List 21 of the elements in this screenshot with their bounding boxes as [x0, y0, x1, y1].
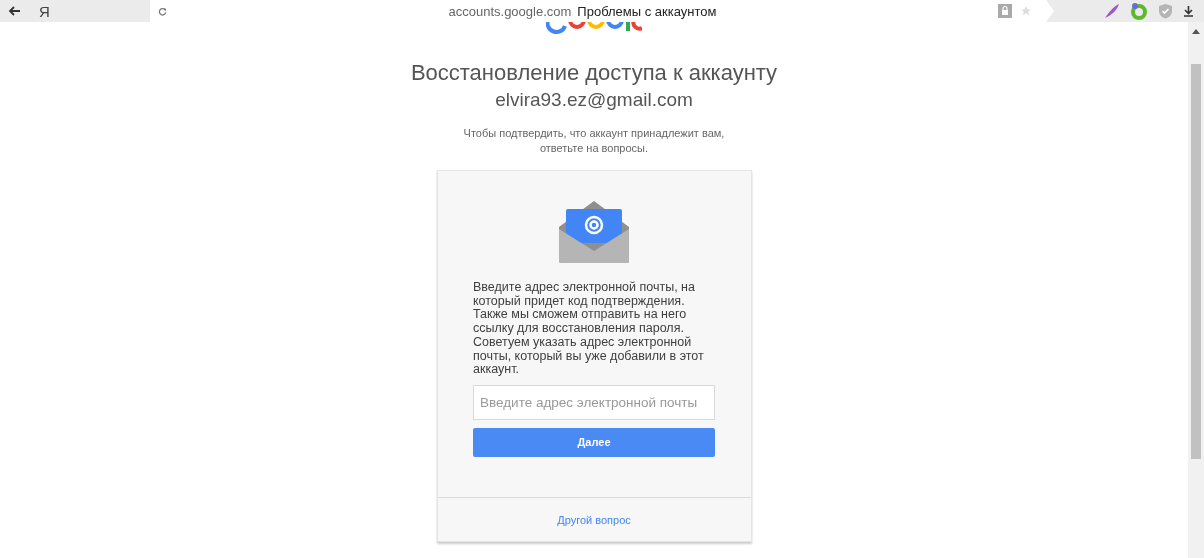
subtitle-text: Чтобы подтвердить, что аккаунт принадлежит вам, ответьте на вопросы. — [462, 126, 726, 156]
lock-icon[interactable] — [998, 4, 1012, 18]
star-icon[interactable] — [1020, 5, 1032, 17]
feather-icon[interactable] — [1104, 3, 1120, 19]
download-icon[interactable] — [1183, 5, 1194, 17]
email-field[interactable]: Введите адрес электронной почты — [473, 384, 715, 420]
other-question-link[interactable]: Другой вопрос — [557, 513, 631, 526]
instructions-text: Введите адрес электронной почты, на который придет код подтверждения. Также мы сможем отправить на него ссылку для восстановления пароля. Советуем указать адрес электронной почты, который вы уже добавили в этот аккаунт. — [473, 281, 705, 377]
scroll-up-icon[interactable] — [1192, 29, 1200, 34]
back-icon[interactable] — [8, 6, 21, 16]
extension-icon[interactable] — [1130, 2, 1148, 20]
envelope-icon — [559, 201, 629, 263]
shield-icon[interactable] — [1158, 3, 1173, 19]
url-text[interactable]: accounts.google.com — [448, 3, 572, 19]
page-heading: Восстановление доступа к аккаунту — [410, 60, 778, 86]
browser-logo[interactable]: Я — [39, 2, 50, 20]
scrollbar-thumb[interactable] — [1191, 64, 1201, 459]
next-button[interactable]: Далее — [473, 427, 715, 457]
page-title: Проблемы с аккаунтом — [577, 3, 717, 19]
account-email: elvira93.ez@gmail.com — [495, 88, 693, 112]
reload-icon[interactable] — [158, 6, 167, 16]
